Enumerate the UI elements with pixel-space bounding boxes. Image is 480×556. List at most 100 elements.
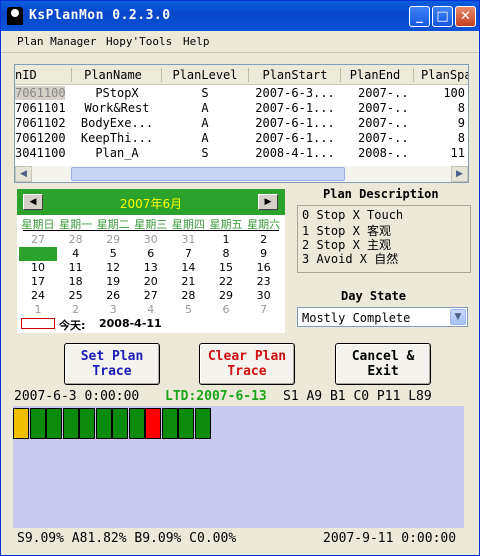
calendar-day[interactable]: 27: [132, 289, 170, 303]
table-cell: A: [201, 116, 209, 130]
calendar-day[interactable]: 3: [94, 303, 132, 317]
table-cell: 100: [443, 86, 465, 100]
calendar-day[interactable]: 11: [57, 261, 95, 275]
trace-day-cell[interactable]: [112, 408, 128, 439]
table-cell: 2007-...: [358, 116, 408, 130]
minimize-button[interactable]: _: [409, 6, 430, 27]
menu-help[interactable]: Help: [183, 35, 210, 48]
calendar-day[interactable]: 4: [132, 303, 170, 317]
trace-day-cell[interactable]: [46, 408, 62, 439]
trace-day-cell[interactable]: [62, 408, 79, 439]
menu-hopy-tools[interactable]: Hopy'Tools: [106, 35, 172, 48]
calendar-day[interactable]: 9: [245, 247, 283, 261]
title-bar[interactable]: KsPlanMon 0.2.3.0 _ □ ✕: [1, 1, 479, 31]
calendar-day[interactable]: 28: [57, 233, 95, 247]
plan-description-title: Plan Description: [323, 187, 439, 201]
maximize-button[interactable]: □: [432, 6, 453, 27]
calendar-day[interactable]: 7: [169, 247, 207, 261]
trace-counts: S1 A9 B1 C0 P11 L89: [283, 389, 432, 404]
next-month-icon[interactable]: ▶: [258, 194, 278, 210]
trace-area[interactable]: [13, 406, 464, 528]
table-cell: 9: [457, 116, 465, 130]
trace-day-cell[interactable]: [145, 408, 161, 439]
trace-day-cell[interactable]: [95, 408, 112, 439]
calendar-day[interactable]: 8: [207, 247, 245, 261]
close-button[interactable]: ✕: [455, 6, 476, 27]
calendar-day[interactable]: 18: [57, 275, 95, 289]
cancel-exit-button[interactable]: Cancel & Exit: [335, 343, 431, 385]
clear-plan-trace-button[interactable]: Clear Plan Trace: [199, 343, 295, 385]
calendar-day[interactable]: 13: [132, 261, 170, 275]
calendar-day[interactable]: 1: [207, 233, 245, 247]
table-cell: 2007-6-3...: [255, 86, 335, 100]
calendar-day[interactable]: 21: [169, 275, 207, 289]
calendar-day[interactable]: 7: [245, 303, 283, 317]
col-planlevel[interactable]: PlanLevel: [163, 68, 247, 82]
menu-plan-manager[interactable]: Plan Manager: [17, 35, 96, 48]
col-planname[interactable]: PlanName: [73, 68, 153, 82]
calendar-day[interactable]: 2: [245, 233, 283, 247]
trace-day-cell[interactable]: [194, 408, 211, 439]
calendar-day[interactable]: 23: [245, 275, 283, 289]
calendar-header: ◀ 2007年6月 ▶: [17, 189, 285, 215]
calendar-day[interactable]: 25: [57, 289, 95, 303]
table-cell: 2007-...: [358, 86, 408, 100]
scroll-left-icon[interactable]: ◀: [15, 166, 32, 182]
calendar-day[interactable]: 29: [94, 233, 132, 247]
table-row[interactable]: 7061102 BodyExe... A 2007-6-1... 2007-... 9: [15, 116, 468, 131]
calendar-day[interactable]: 22: [207, 275, 245, 289]
trace-day-cell[interactable]: [29, 408, 46, 439]
col-nid[interactable]: nID: [15, 68, 65, 82]
calendar-day[interactable]: 24: [19, 289, 57, 303]
trace-day-cell[interactable]: [128, 408, 145, 439]
col-planstart[interactable]: PlanStart: [250, 68, 340, 82]
col-planend[interactable]: PlanEnd: [342, 68, 408, 82]
scroll-right-icon[interactable]: ▶: [451, 166, 468, 182]
table-row[interactable]: 7061101 Work&Rest A 2007-6-1... 2007-... 8: [15, 101, 468, 116]
calendar-day[interactable]: 26: [94, 289, 132, 303]
today-value[interactable]: 2008-4-11: [99, 317, 162, 330]
calendar-day[interactable]: 1: [19, 303, 57, 317]
table-cell: PStopX: [95, 86, 139, 100]
calendar-day[interactable]: 12: [94, 261, 132, 275]
calendar-day[interactable]: 6: [132, 247, 170, 261]
table-row[interactable]: 7061100 PStopX S 2007-6-3... 2007-... 100: [15, 86, 468, 101]
calendar-day[interactable]: 15: [207, 261, 245, 275]
calendar-day[interactable]: 29: [207, 289, 245, 303]
trace-day-cell[interactable]: [178, 408, 194, 439]
table-row[interactable]: 7061200 KeepThi... A 2007-6-1... 2007-... 8: [15, 131, 468, 146]
calendar-day[interactable]: 14: [169, 261, 207, 275]
calendar-day[interactable]: 6: [207, 303, 245, 317]
calendar-day[interactable]: 3: [19, 247, 57, 261]
table-hscrollbar[interactable]: ◀ ▶: [15, 166, 468, 182]
day-state-select[interactable]: Mostly Complete ▼: [297, 307, 468, 327]
chevron-down-icon[interactable]: ▼: [450, 309, 466, 325]
trace-start-date: 2007-6-3 0:00:00: [14, 389, 140, 404]
calendar-day[interactable]: 5: [169, 303, 207, 317]
calendar-day[interactable]: 19: [94, 275, 132, 289]
calendar: ◀ 2007年6月 ▶ 星期日 星期一 星期二 星期三 星期四 星期五 星期六 27 28 29 3…: [17, 189, 285, 333]
trace-day-cell[interactable]: [79, 408, 95, 439]
calendar-day[interactable]: 31: [169, 233, 207, 247]
trace-day-cell[interactable]: [13, 408, 29, 439]
table-row[interactable]: 3041100 Plan_A S 2008-4-1... 2008-... 11: [15, 146, 468, 161]
calendar-day[interactable]: 27: [19, 233, 57, 247]
calendar-day[interactable]: 4: [57, 247, 95, 261]
calendar-day[interactable]: 28: [169, 289, 207, 303]
plan-description-box: 0 Stop X Touch 1 Stop X 客观 2 Stop X 主观 3…: [297, 205, 471, 273]
set-plan-trace-button[interactable]: Set Plan Trace: [64, 343, 160, 385]
calendar-day[interactable]: 16: [245, 261, 283, 275]
plan-table[interactable]: nID PlanName PlanLevel PlanStart PlanEnd…: [14, 64, 469, 183]
desc-line: 0 Stop X Touch: [302, 208, 404, 222]
calendar-day[interactable]: 20: [132, 275, 170, 289]
calendar-day[interactable]: 5: [94, 247, 132, 261]
calendar-day[interactable]: 30: [132, 233, 170, 247]
calendar-day[interactable]: 17: [19, 275, 57, 289]
trace-day-cell[interactable]: [161, 408, 178, 439]
calendar-day[interactable]: 2: [57, 303, 95, 317]
calendar-day[interactable]: 30: [245, 289, 283, 303]
scroll-thumb[interactable]: [71, 167, 345, 181]
calendar-day[interactable]: 10: [19, 261, 57, 275]
col-planspan[interactable]: PlanSpa: [415, 68, 468, 82]
today-label[interactable]: 今天:: [59, 317, 85, 333]
